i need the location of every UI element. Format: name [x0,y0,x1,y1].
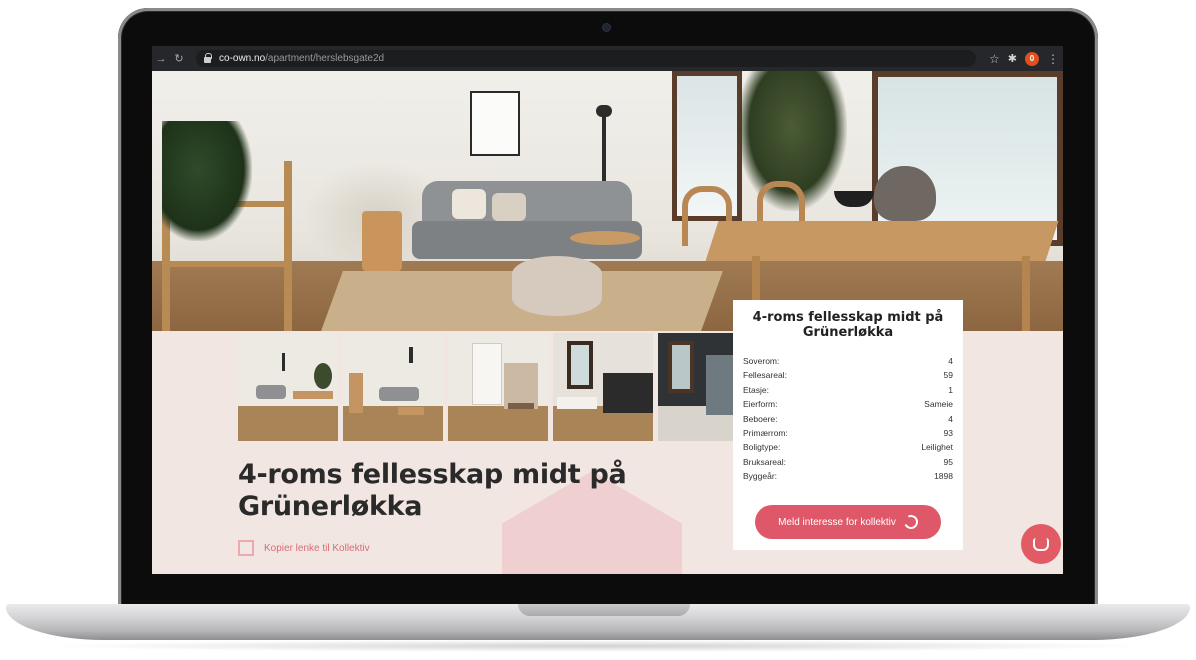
spec-value: 59 [943,370,953,381]
spec-list: Soverom: 4 Fellesareal: 59 Etasje: 1 Eierfo… [743,354,953,484]
gallery-thumb[interactable] [448,333,548,441]
gallery-thumb[interactable] [553,333,653,441]
url-host: co-own.no [219,53,266,64]
hero-image [152,71,1063,331]
card-title: 4-roms fellesskap midt på Grünerløkka [752,310,944,340]
register-interest-button[interactable]: Meld interesse for kollektiv [755,505,941,539]
lock-icon [204,52,212,63]
address-bar[interactable]: co-own.no/apartment/herslebsgate2d [196,50,976,67]
spec-label: Primærrom: [743,428,788,439]
spec-value: Sameie [924,399,953,410]
spec-row: Eierform: Sameie [743,397,953,411]
spec-row: Bruksareal: 95 [743,455,953,469]
copy-link-button[interactable]: Kopier lenke til Kollektiv [238,540,370,556]
spec-value: 1 [948,384,953,395]
laptop-shadow [40,640,1156,652]
reload-icon[interactable]: ↻ [170,52,188,65]
spec-value: 93 [943,428,953,439]
copy-link-label: Kopier lenke til Kollektiv [264,542,370,554]
register-interest-label: Meld interesse for kollektiv [778,516,896,528]
spec-row: Fellesareal: 59 [743,368,953,382]
star-icon[interactable]: ☆ [989,52,1000,66]
loop-icon [901,513,920,531]
browser-toolbar: → ↻ co-own.no/apartment/herslebsgate2d ☆… [152,46,1063,71]
spec-row: Soverom: 4 [743,354,953,368]
url-path: /apartment/herslebsgate2d [265,53,385,64]
webcam-icon [603,24,610,31]
menu-icon[interactable]: ⋮ [1047,52,1059,66]
spec-value: 95 [943,456,953,467]
chat-button[interactable] [1021,524,1061,564]
spec-label: Boligtype: [743,442,781,453]
listing-title: 4-roms fellesskap midt på Grünerløkka [238,459,698,523]
spec-label: Beboere: [743,413,778,424]
spec-value: 1898 [934,471,953,482]
spec-label: Bruksareal: [743,456,786,467]
photo-gallery [238,333,758,441]
spec-row: Boligtype: Leilighet [743,440,953,454]
copy-icon [238,540,254,556]
notification-badge[interactable]: 0 [1025,51,1039,66]
spec-label: Byggeår: [743,471,778,482]
chat-icon [1033,537,1049,551]
extension-icon[interactable]: ✱ [1008,52,1017,65]
spec-row: Etasje: 1 [743,383,953,397]
gallery-thumb[interactable] [238,333,338,441]
spec-label: Eierform: [743,399,778,410]
spec-row: Beboere: 4 [743,412,953,426]
listing-title-line1: 4-roms fellesskap midt på [238,459,627,490]
spec-label: Soverom: [743,356,780,366]
spec-value: 4 [948,356,953,366]
spec-value: Leilighet [921,442,953,453]
spec-label: Fellesareal: [743,370,787,381]
listing-title-line2: Grünerløkka [238,491,423,522]
screen: → ↻ co-own.no/apartment/herslebsgate2d ☆… [152,46,1063,574]
spec-label: Etasje: [743,384,769,395]
laptop-notch [518,604,690,616]
forward-icon[interactable]: → [152,53,170,65]
listing-info-card: 4-roms fellesskap midt på Grünerløkka So… [733,300,963,550]
spec-row: Primærrom: 93 [743,426,953,440]
gallery-thumb[interactable] [343,333,443,441]
spec-value: 4 [948,413,953,424]
spec-row: Byggeår: 1898 [743,469,953,483]
